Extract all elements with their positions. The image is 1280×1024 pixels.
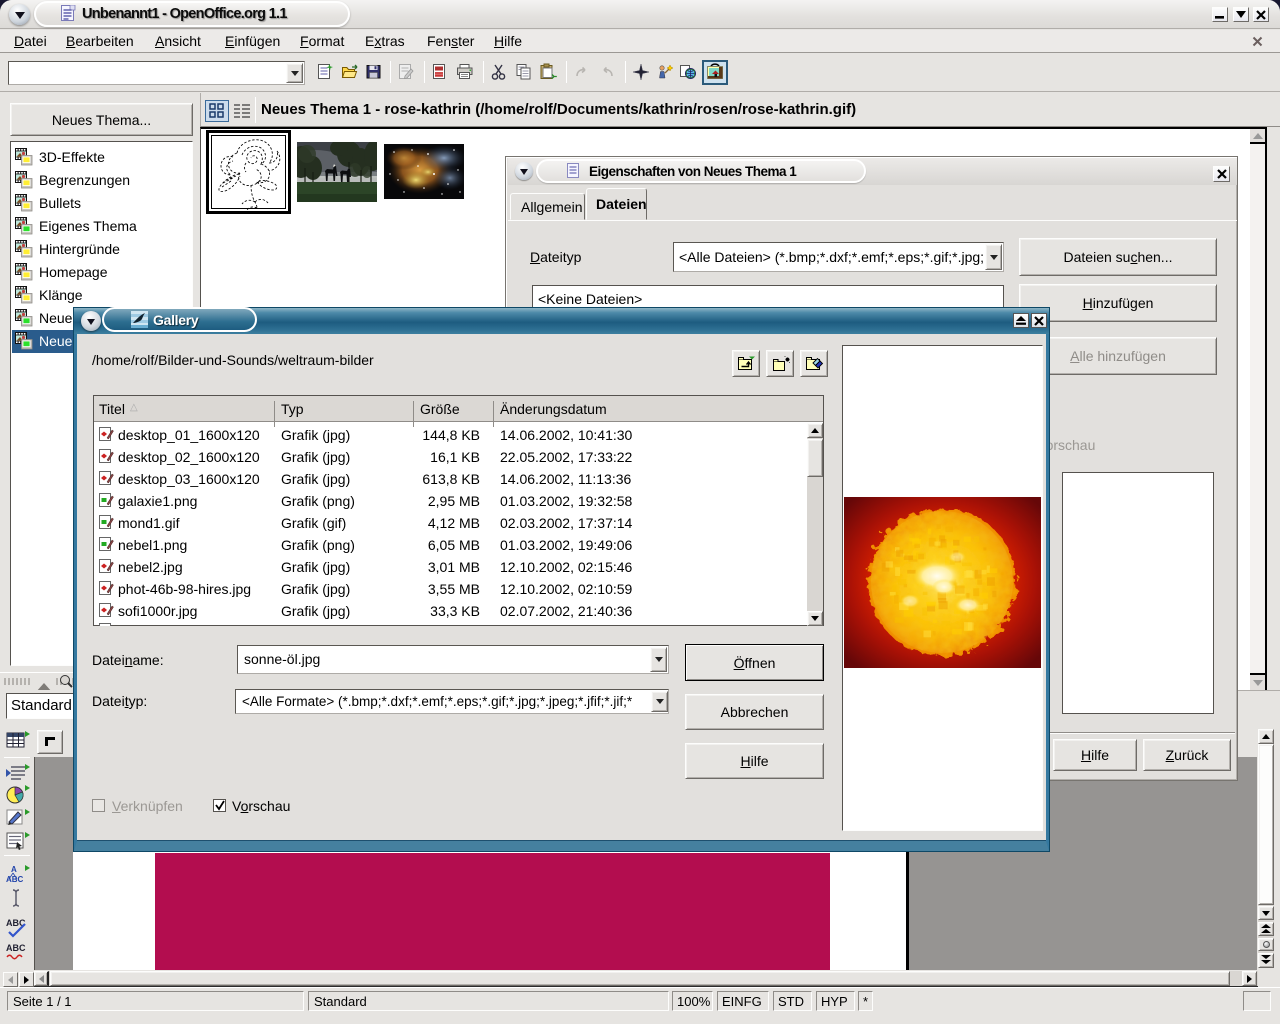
svg-text:ABC: ABC (6, 943, 26, 953)
svg-text:A: A (11, 865, 17, 874)
